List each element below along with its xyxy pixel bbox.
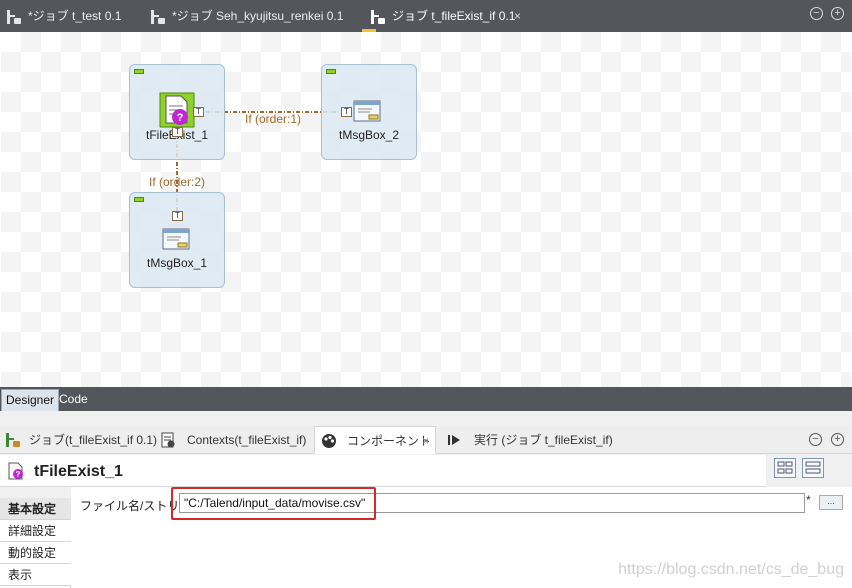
job-tree-icon	[7, 10, 21, 24]
connector-badge: T	[193, 107, 204, 117]
svg-text:?: ?	[177, 112, 184, 124]
list-layout-icon	[805, 461, 821, 474]
panel-maximize-button[interactable]: +	[831, 433, 844, 446]
component-title: tFileExist_1	[34, 463, 123, 480]
file-exist-question-icon: ?	[8, 462, 23, 480]
contexts-icon	[161, 432, 175, 448]
tab-component[interactable]: コンポーネント ×	[314, 426, 436, 454]
component-icon	[322, 434, 336, 448]
nav-advanced-settings[interactable]: 詳細設定	[0, 520, 71, 542]
nav-view[interactable]: 表示	[0, 564, 71, 586]
table-view-button[interactable]	[774, 458, 796, 478]
list-view-button[interactable]	[802, 458, 824, 478]
status-flag-icon	[134, 69, 144, 74]
tab-job[interactable]: ジョブ(t_fileExist_if 0.1)	[5, 426, 157, 454]
file-exist-question-icon: ?	[159, 92, 195, 128]
job-icon	[6, 433, 20, 447]
tab-run-label: 実行 (ジョブ t_fileExist_if)	[474, 433, 613, 447]
minimize-button[interactable]: −	[810, 7, 823, 20]
editor-tab-label: *ジョブ Seh_kyujitsu_renkei 0.1	[172, 9, 344, 23]
connection-label-if-1[interactable]: If (order:1)	[245, 112, 301, 126]
node-label-tmsgbox-2: tMsgBox_2	[338, 128, 400, 142]
nav-dynamic-settings[interactable]: 動的設定	[0, 542, 71, 564]
tab-contexts[interactable]: Contexts(t_fileExist_if)	[160, 426, 310, 454]
close-icon[interactable]: ×	[422, 427, 429, 455]
editor-tab-label: ジョブ t_fileExist_if 0.1	[392, 9, 516, 23]
tab-component-label: コンポーネント	[347, 434, 432, 448]
tab-contexts-label: Contexts(t_fileExist_if)	[187, 433, 307, 447]
svg-text:?: ?	[16, 470, 21, 479]
status-flag-icon	[134, 197, 144, 202]
connection-label-if-2[interactable]: If (order:2)	[149, 175, 205, 189]
connector-badge: T	[172, 211, 183, 221]
node-label-tmsgbox-1: tMsgBox_1	[146, 256, 208, 270]
job-tree-icon	[151, 10, 165, 24]
run-icon	[448, 435, 460, 445]
browse-button[interactable]: ...	[819, 495, 843, 510]
message-box-icon	[353, 100, 381, 122]
connector-badge: T	[172, 127, 183, 137]
panel-minimize-button[interactable]: −	[809, 433, 822, 446]
editor-tab-bar: *ジョブ t_test 0.1 *ジョブ Seh_kyujitsu_renkei…	[0, 0, 852, 32]
required-mark: *	[806, 493, 811, 507]
status-flag-icon	[326, 69, 336, 74]
talend-studio-window: *ジョブ t_test 0.1 *ジョブ Seh_kyujitsu_renkei…	[0, 0, 852, 588]
watermark-text: https://blog.csdn.net/cs_de_bug	[618, 561, 844, 578]
designer-code-bar: Designer Code	[0, 387, 852, 411]
close-icon[interactable]: ×	[514, 3, 521, 30]
connector-badge: T	[341, 107, 352, 117]
highlight-annotation-box	[171, 487, 376, 520]
settings-nav: 基本設定 詳細設定 動的設定 表示	[0, 498, 71, 588]
panel-tab-bar: ジョブ(t_fileExist_if 0.1) Contexts(t_fileE…	[0, 426, 852, 454]
nav-basic-settings[interactable]: 基本設定	[0, 498, 71, 520]
tab-run[interactable]: 実行 (ジョブ t_fileExist_if)	[446, 426, 613, 454]
maximize-button[interactable]: +	[831, 7, 844, 20]
table-layout-icon	[777, 461, 793, 474]
code-tab[interactable]: Code	[55, 389, 92, 411]
job-design-canvas[interactable]: ? tFileExist_1 T T T tMsgBox_2 T	[1, 32, 851, 387]
tab-job-label: ジョブ(t_fileExist_if 0.1)	[29, 433, 158, 447]
message-box-icon	[162, 228, 190, 250]
component-header: ? tFileExist_1	[0, 455, 766, 487]
editor-tab-label: *ジョブ t_test 0.1	[28, 9, 122, 23]
designer-tab[interactable]: Designer	[1, 389, 60, 411]
job-tree-icon	[371, 10, 385, 24]
